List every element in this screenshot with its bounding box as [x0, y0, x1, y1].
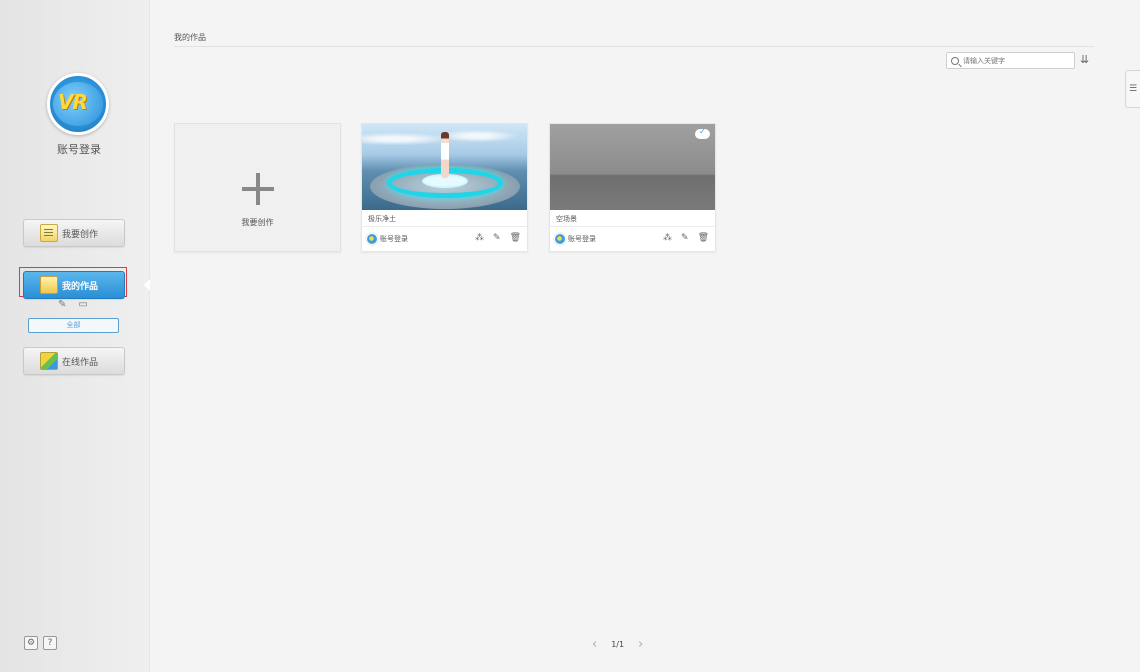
author-avatar	[554, 233, 566, 245]
work-card[interactable]: 极乐净土 账号登录 ⁂ ✎ 🗑	[361, 123, 528, 252]
my-works-button-label: 我的作品	[62, 281, 99, 292]
pencil-icon[interactable]: ✎	[58, 299, 66, 310]
next-page-icon[interactable]: ›	[638, 637, 643, 652]
card-actions: ⁂ ✎ 🗑	[475, 233, 521, 243]
search-input[interactable]	[963, 56, 1063, 65]
search-box[interactable]	[946, 52, 1075, 69]
cloud-synced-icon	[695, 127, 710, 139]
page-title: 我的作品	[174, 33, 206, 42]
notepad-icon	[40, 224, 58, 242]
share-icon[interactable]: ⁂	[475, 233, 484, 243]
search-icon	[951, 56, 959, 65]
pagination: ‹ 1/1 ›	[592, 637, 643, 652]
sidebar: VR 账号登录 我要创作 我的作品 ✎ ▭ 全部 在线作品 ⚙ ?	[0, 0, 150, 672]
delete-icon[interactable]: 🗑	[510, 233, 521, 243]
sort-icon[interactable]: ⇊	[1080, 53, 1089, 66]
all-filter-button[interactable]: 全部	[28, 318, 119, 333]
account-login-label[interactable]: 账号登录	[0, 141, 158, 157]
author-name: 账号登录	[380, 235, 408, 243]
author-avatar	[366, 233, 378, 245]
work-card[interactable]: 空场景 账号登录 ⁂ ✎ 🗑	[549, 123, 716, 252]
folder-icon	[40, 276, 58, 294]
online-works-button-label: 在线作品	[62, 357, 99, 368]
divider	[174, 46, 1094, 47]
author-name: 账号登录	[568, 235, 596, 243]
work-thumbnail[interactable]	[362, 124, 527, 210]
work-title: 空场景	[556, 215, 577, 223]
edit-icon[interactable]: ✎	[493, 233, 501, 243]
create-button[interactable]: 我要创作	[23, 219, 125, 247]
work-author: 账号登录	[366, 233, 408, 245]
online-works-button[interactable]: 在线作品	[23, 347, 125, 375]
my-works-button[interactable]: 我的作品	[23, 271, 125, 299]
mini-tools: ✎ ▭	[58, 299, 88, 310]
panel-toggle-icon[interactable]: ☰	[1125, 70, 1140, 108]
help-icon[interactable]: ?	[43, 636, 57, 650]
character-figure	[441, 132, 449, 178]
card-actions: ⁂ ✎ 🗑	[663, 233, 709, 243]
work-author: 账号登录	[554, 233, 596, 245]
folder-icon[interactable]: ▭	[78, 299, 87, 310]
bottom-icons: ⚙ ?	[24, 636, 57, 650]
work-thumbnail[interactable]	[550, 124, 715, 210]
prev-page-icon[interactable]: ‹	[592, 637, 597, 652]
active-pointer	[144, 279, 150, 291]
user-avatar[interactable]: VR	[47, 73, 109, 135]
plus-icon	[242, 173, 274, 205]
puzzle-icon	[40, 352, 58, 370]
create-new-card[interactable]: 我要创作	[174, 123, 341, 252]
work-title: 极乐净土	[368, 215, 396, 223]
delete-icon[interactable]: 🗑	[698, 233, 709, 243]
create-new-label: 我要创作	[241, 218, 274, 227]
create-button-label: 我要创作	[62, 229, 99, 240]
share-icon[interactable]: ⁂	[663, 233, 672, 243]
vr-logo-icon: VR	[58, 90, 88, 114]
edit-icon[interactable]: ✎	[681, 233, 689, 243]
settings-icon[interactable]: ⚙	[24, 636, 38, 650]
page-indicator: 1/1	[611, 640, 625, 649]
